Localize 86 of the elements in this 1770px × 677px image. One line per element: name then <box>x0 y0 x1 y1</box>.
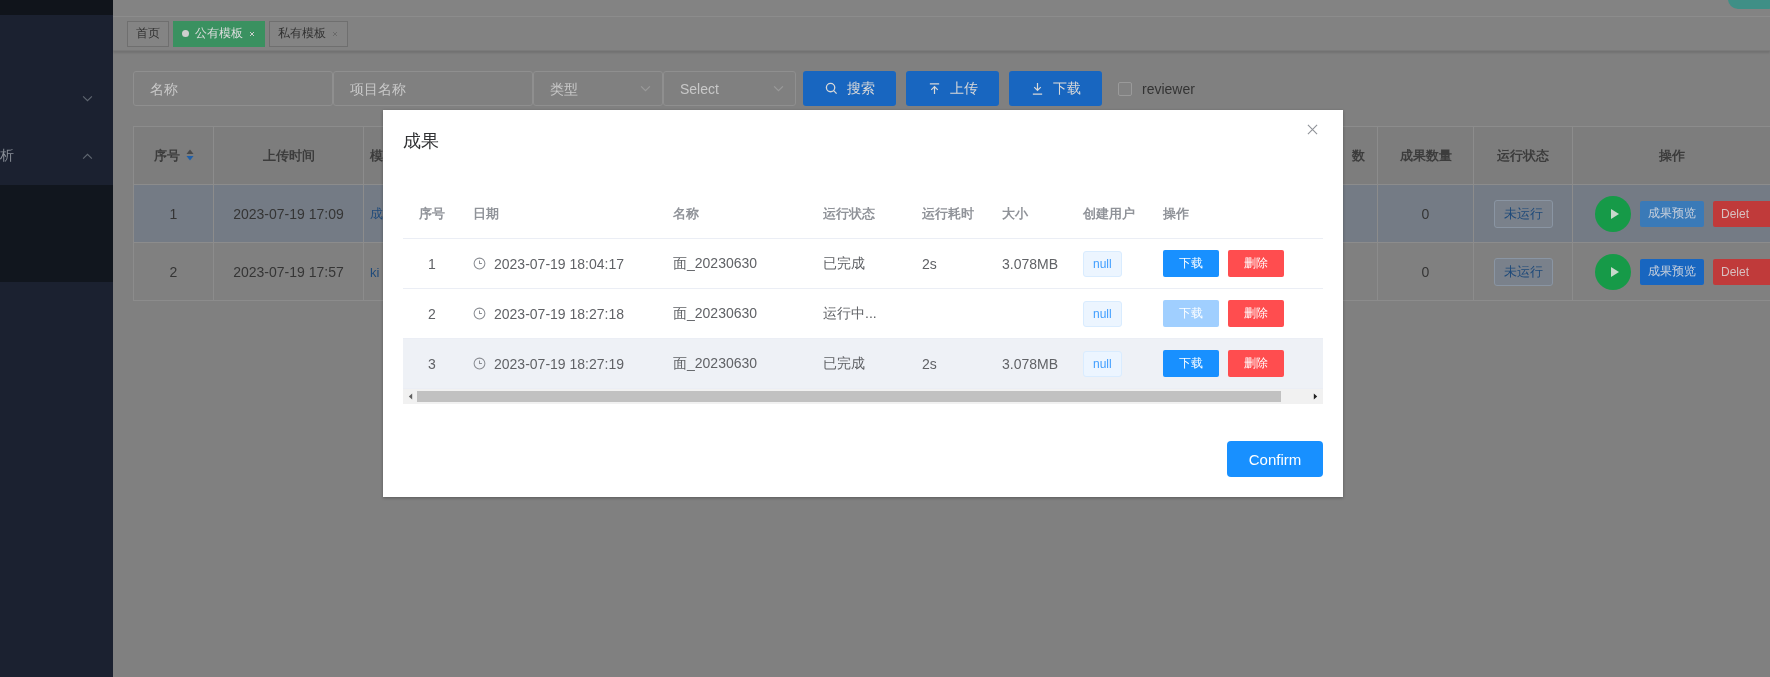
table-cell: 2 <box>428 305 436 322</box>
play-button[interactable] <box>1595 253 1631 290</box>
table-cell: 面_20230630 <box>673 254 758 273</box>
table-cell: 0 <box>1377 242 1474 301</box>
clock-icon <box>473 357 486 370</box>
column-header: 运行耗时 <box>922 205 974 223</box>
input-field[interactable]: 项目名称 <box>333 71 533 106</box>
input-field[interactable]: 名称 <box>133 71 333 106</box>
play-icon <box>1609 265 1620 278</box>
table-cell: 已完成 <box>823 254 865 273</box>
table-cell: 2023-07-19 17:09 <box>213 184 364 243</box>
table-cell: 3 <box>428 355 436 372</box>
upload-button[interactable]: 上传 <box>906 71 999 106</box>
horizontal-scrollbar[interactable] <box>403 389 1323 404</box>
column-header: 大小 <box>1002 205 1028 223</box>
column-header: 名称 <box>673 205 699 223</box>
dialog-title: 成果 <box>403 130 439 153</box>
table-cell: 2s <box>922 355 937 372</box>
column-header: 成果数量 <box>1377 126 1474 185</box>
play-button[interactable] <box>1595 195 1631 232</box>
download-icon <box>1030 82 1044 95</box>
table-cell: 2023-07-19 18:04:17 <box>494 255 624 272</box>
close-icon[interactable] <box>1307 123 1318 135</box>
table-cell: 已完成 <box>823 354 865 373</box>
table-cell: 3.078MB <box>1002 355 1059 372</box>
chevron-icon <box>640 85 651 92</box>
delete-button[interactable]: Delet <box>1713 258 1770 285</box>
checkbox-label: reviewer <box>1142 80 1195 97</box>
upload-icon <box>927 82 941 95</box>
search-button[interactable]: 搜索 <box>803 71 896 106</box>
menu-item[interactable]: 析 <box>0 127 113 185</box>
scroll-left-icon[interactable] <box>408 393 413 400</box>
status-dot <box>182 30 189 37</box>
tab[interactable]: 公有模板 <box>173 20 265 47</box>
clock-icon <box>473 307 486 320</box>
column-header: 上传时间 <box>213 126 364 185</box>
link[interactable]: 成 <box>370 205 383 221</box>
preview-button[interactable]: 成果预览 <box>1640 258 1704 285</box>
download-button[interactable]: 下载 <box>1163 350 1219 377</box>
user-tag: null <box>1083 350 1122 377</box>
tab[interactable]: 首页 <box>127 20 169 47</box>
scroll-right-icon[interactable] <box>1313 393 1318 400</box>
table-cell: 2023-07-19 18:27:19 <box>494 355 624 372</box>
table-cell: 3.078MB <box>1002 255 1059 272</box>
checkbox[interactable] <box>1118 81 1132 96</box>
confirm-button[interactable]: Confirm <box>1227 441 1323 477</box>
column-header: 序号 <box>419 205 445 223</box>
table-cell: 2s <box>922 255 937 272</box>
preview-button[interactable]: 成果预览 <box>1640 200 1704 227</box>
delete-button[interactable]: Delet <box>1713 200 1770 227</box>
column-header: 操作 <box>1572 126 1770 185</box>
play-icon <box>1609 207 1620 220</box>
search-icon <box>824 82 838 95</box>
link[interactable]: ki <box>370 264 380 280</box>
column-header: 运行状态 <box>823 205 875 223</box>
column-header: 操作 <box>1163 205 1189 223</box>
column-header: 创建用户 <box>1083 205 1135 223</box>
table-cell: 面_20230630 <box>673 304 758 323</box>
close-icon[interactable] <box>248 29 256 38</box>
table-cell: 1 <box>428 255 436 272</box>
sort-icon[interactable] <box>185 148 194 161</box>
delete-button[interactable]: 删除 <box>1228 350 1284 377</box>
select-field[interactable]: Select <box>663 71 796 106</box>
select-field[interactable]: 类型 <box>533 71 663 106</box>
delete-button[interactable]: 删除 <box>1228 300 1284 327</box>
table-cell: 2 <box>133 242 214 301</box>
download-button[interactable]: 下载 <box>1009 71 1102 106</box>
table-cell: 运行中... <box>823 304 877 323</box>
clock-icon <box>473 257 486 270</box>
user-tag: null <box>1083 250 1122 277</box>
status-tag: 未运行 <box>1493 257 1553 286</box>
table-cell: 面_20230630 <box>673 354 758 373</box>
column-header: 运行状态 <box>1473 126 1573 185</box>
delete-button[interactable]: 删除 <box>1228 250 1284 277</box>
table-cell: 2023-07-19 17:57 <box>213 242 364 301</box>
column-header: 序号 <box>133 126 214 185</box>
chevron-icon <box>773 85 784 92</box>
table-cell: 0 <box>1377 184 1474 243</box>
user-tag: null <box>1083 300 1122 327</box>
tab[interactable]: 私有模板 <box>269 20 348 47</box>
column-header: 日期 <box>473 205 499 223</box>
status-tag: 未运行 <box>1493 199 1553 228</box>
table-cell: 1 <box>133 184 214 243</box>
table-cell: 2023-07-19 18:27:18 <box>494 305 624 322</box>
download-button[interactable]: 下载 <box>1163 250 1219 277</box>
close-icon[interactable] <box>331 29 339 38</box>
